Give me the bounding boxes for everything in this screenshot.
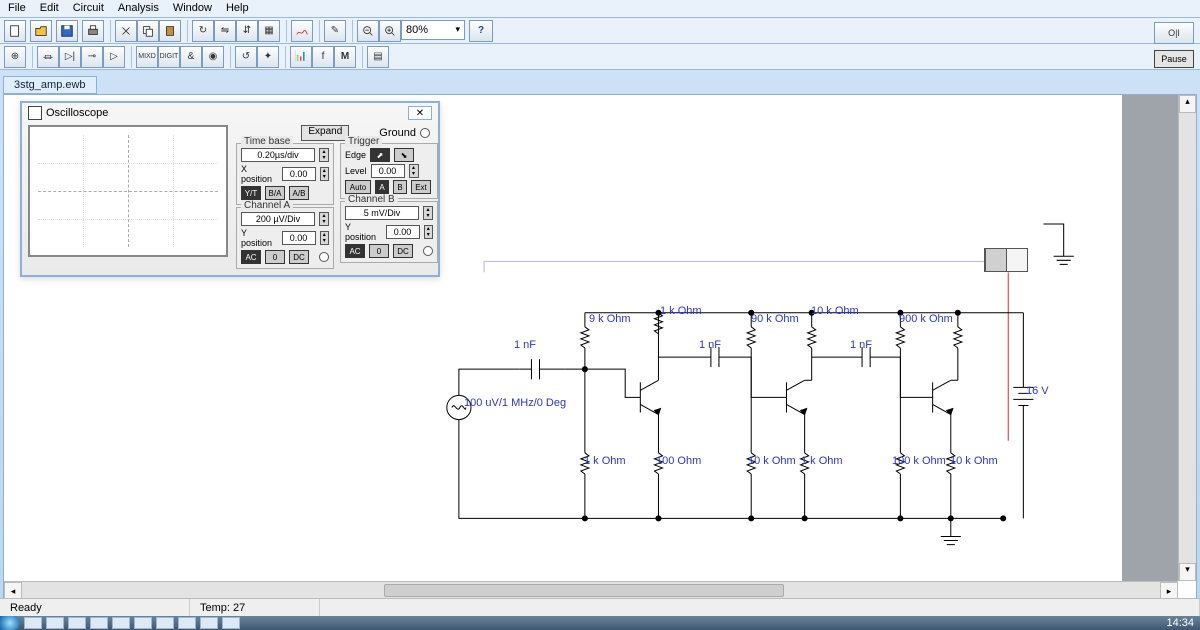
- misc2-bin[interactable]: ▤: [367, 46, 389, 68]
- controls-bin[interactable]: ↺: [235, 46, 257, 68]
- r8-label: 10 k Ohm: [748, 455, 796, 467]
- cut-button[interactable]: [115, 20, 137, 42]
- zoom-out-button[interactable]: [357, 20, 379, 42]
- r9-label: 1 k Ohm: [801, 455, 843, 467]
- mixed-bin[interactable]: MIXD: [136, 46, 158, 68]
- help-button[interactable]: ?: [469, 20, 493, 42]
- basic-bin[interactable]: ⏛: [37, 46, 59, 68]
- r2-label: 1 k Ohm: [660, 305, 702, 317]
- scroll-thumb[interactable]: [384, 584, 784, 597]
- source-label: 100 uV/1 MHz/0 Deg: [464, 397, 566, 409]
- task-icon[interactable]: [200, 617, 218, 629]
- task-icon[interactable]: [68, 617, 86, 629]
- new-button[interactable]: [4, 20, 26, 42]
- copy-button[interactable]: [137, 20, 159, 42]
- task-icon[interactable]: [178, 617, 196, 629]
- vertical-scrollbar[interactable]: [1178, 95, 1196, 581]
- r6-label: 1 k Ohm: [584, 455, 626, 467]
- r7-label: 100 Ohm: [656, 455, 701, 467]
- r4-label: 10 k Ohm: [811, 305, 859, 317]
- zoom-select[interactable]: 80%: [401, 20, 465, 40]
- task-icon[interactable]: [222, 617, 240, 629]
- power-switch[interactable]: O|I: [1154, 22, 1194, 44]
- save-button[interactable]: [56, 20, 78, 42]
- instruments-bin[interactable]: 📊: [290, 46, 312, 68]
- task-icon[interactable]: [112, 617, 130, 629]
- toolbar-main: ↻ ⇋ ⇵ ▦ ✎ 80% ?: [0, 18, 1200, 44]
- flip-v-button[interactable]: ⇵: [236, 20, 258, 42]
- menu-window[interactable]: Window: [173, 2, 212, 15]
- taskbar[interactable]: 14:34: [0, 616, 1200, 630]
- menu-circuit[interactable]: Circuit: [73, 2, 104, 15]
- r10-label: 100 k Ohm: [892, 455, 946, 467]
- clock: 14:34: [1166, 617, 1194, 629]
- status-temp: Temp: 27: [190, 599, 320, 616]
- c3-label: 1 nF: [850, 339, 872, 351]
- task-icon[interactable]: [156, 617, 174, 629]
- diode-bin[interactable]: ▷|: [59, 46, 81, 68]
- logic-bin[interactable]: &: [180, 46, 202, 68]
- open-button[interactable]: [30, 20, 52, 42]
- menu-edit[interactable]: Edit: [40, 2, 59, 15]
- menu-bar[interactable]: File Edit Circuit Analysis Window Help: [0, 0, 1200, 18]
- task-icon[interactable]: [90, 617, 108, 629]
- horizontal-scrollbar[interactable]: [4, 581, 1178, 599]
- schematic-canvas[interactable]: Oscilloscope ✕ Expand Ground: [3, 94, 1197, 600]
- zoom-in-button[interactable]: [379, 20, 401, 42]
- c1-label: 1 nF: [514, 339, 536, 351]
- sources-bin[interactable]: ⊕: [4, 46, 26, 68]
- r5-label: 900 k Ohm: [899, 313, 953, 325]
- analog-bin[interactable]: ▷: [103, 46, 125, 68]
- paste-button[interactable]: [159, 20, 181, 42]
- document-tab[interactable]: 3stg_amp.ewb: [3, 76, 97, 94]
- pause-button[interactable]: Pause: [1154, 50, 1194, 68]
- digital-bin[interactable]: DIGIT: [158, 46, 180, 68]
- misc-bin[interactable]: ✦: [257, 46, 279, 68]
- print-button[interactable]: [82, 20, 104, 42]
- task-icon[interactable]: [24, 617, 42, 629]
- task-icon[interactable]: [46, 617, 64, 629]
- task-icon[interactable]: [134, 617, 152, 629]
- function-bin[interactable]: f: [312, 46, 334, 68]
- menu-file[interactable]: File: [8, 2, 26, 15]
- circuit-schematic: [4, 95, 1196, 599]
- subcircuit-button[interactable]: ▦: [258, 20, 280, 42]
- multimeter-bin[interactable]: M: [334, 46, 356, 68]
- c2-label: 1 nF: [699, 339, 721, 351]
- menu-help[interactable]: Help: [226, 2, 249, 15]
- scope-instrument-icon[interactable]: [984, 248, 1028, 272]
- properties-button[interactable]: ✎: [324, 20, 346, 42]
- menu-analysis[interactable]: Analysis: [118, 2, 159, 15]
- status-ready: Ready: [0, 599, 190, 616]
- rotate-button[interactable]: ↻: [192, 20, 214, 42]
- transistor-bin[interactable]: ⊸: [81, 46, 103, 68]
- r11-label: 10 k Ohm: [950, 455, 998, 467]
- r1-label: 9 k Ohm: [589, 313, 631, 325]
- vbat-label: 16 V: [1026, 385, 1049, 397]
- graph-button[interactable]: [291, 20, 313, 42]
- r3-label: 90 k Ohm: [751, 313, 799, 325]
- indicators-bin[interactable]: ◉: [202, 46, 224, 68]
- toolbar-components: ⊕ ⏛ ▷| ⊸ ▷ MIXD DIGIT & ◉ ↺ ✦ 📊 f M ▤: [0, 44, 1200, 70]
- flip-h-button[interactable]: ⇋: [214, 20, 236, 42]
- status-bar: Ready Temp: 27: [0, 598, 1200, 616]
- start-orb[interactable]: [0, 616, 20, 630]
